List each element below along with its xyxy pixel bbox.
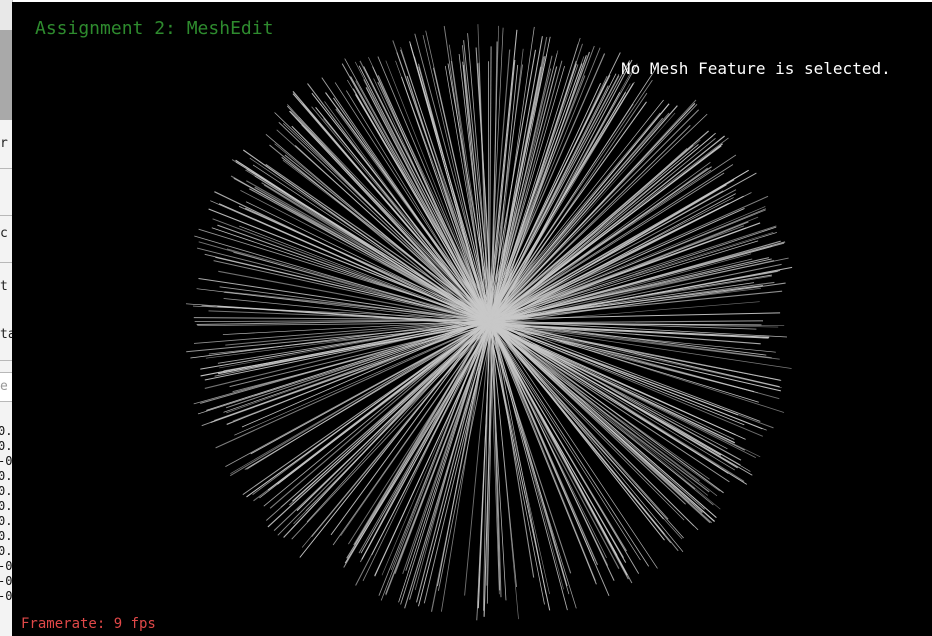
mesh-edge[interactable] (263, 321, 488, 507)
background-window-number: 0. (0, 469, 13, 483)
background-window-number: -0 (0, 589, 13, 603)
mesh-viewer-canvas-area[interactable]: Assignment 2: MeshEdit No Mesh Feature i… (12, 2, 932, 636)
background-window-divider (0, 168, 12, 169)
mesh-wireframe (185, 24, 793, 621)
background-window-number: -0 (0, 574, 13, 588)
background-window-text: c (0, 226, 8, 241)
framerate-display: Framerate: 9 fps (21, 616, 156, 632)
background-window-number: 0. (0, 514, 13, 528)
background-window-number: 0. (0, 544, 13, 558)
background-window-toolbar (0, 0, 12, 30)
background-window-divider (0, 360, 12, 361)
mesh-edge[interactable] (488, 324, 545, 605)
background-window-number: 0. (0, 529, 13, 543)
background-window-divider (0, 215, 12, 216)
background-window-text: e (0, 379, 8, 394)
viewer-title: Assignment 2: MeshEdit (35, 18, 274, 39)
background-window-number: 0. (0, 424, 13, 438)
background-window-panel (0, 30, 12, 120)
background-window-text: r (0, 136, 8, 151)
selection-status: No Mesh Feature is selected. (621, 59, 891, 78)
background-window-number: 0. (0, 484, 13, 498)
background-window-number: 0. (0, 439, 13, 453)
background-window-number: 0. (0, 499, 13, 513)
background-window-number: -0 (0, 559, 13, 573)
background-window-divider (0, 262, 12, 263)
background-window-number: -0 (0, 454, 13, 468)
mesh-canvas[interactable] (12, 2, 932, 636)
background-window-text: t (0, 279, 8, 294)
